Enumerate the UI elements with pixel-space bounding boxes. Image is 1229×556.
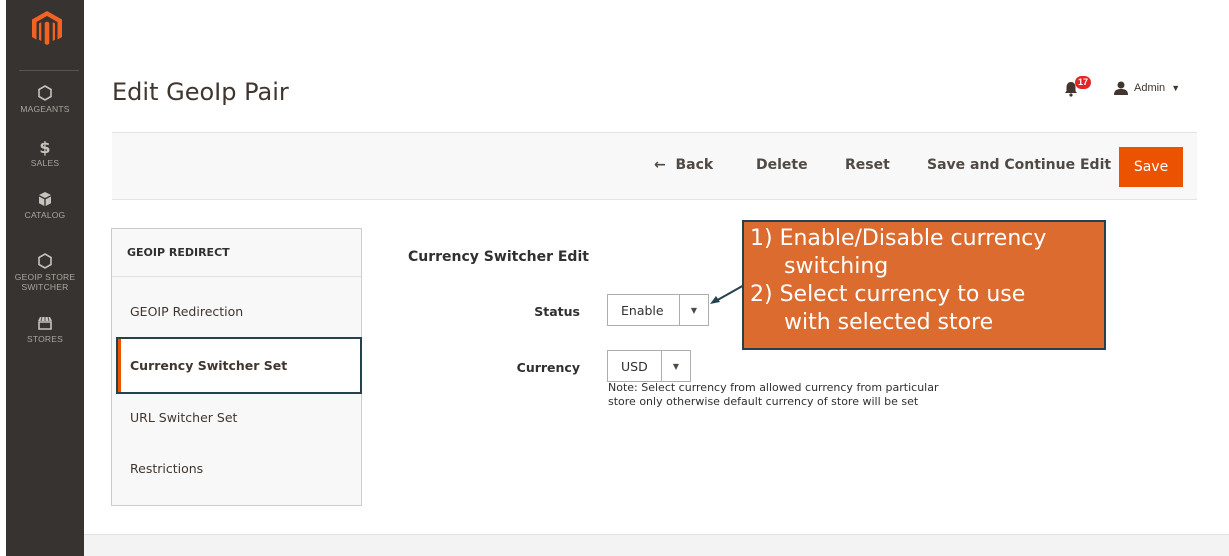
footer-band (84, 534, 1229, 556)
tab-geoip-redirection[interactable]: GEOIP Redirection (112, 287, 361, 335)
notifications-count-badge: 17 (1075, 76, 1092, 89)
chevron-down-icon: ▼ (661, 351, 690, 381)
page-actions-toolbar: ← Back Delete Reset Save and Continue Ed… (112, 132, 1197, 200)
page-title: Edit GeoIp Pair (112, 78, 289, 106)
sidebar-item-label: STORES (27, 334, 63, 344)
tab-currency-switcher-set[interactable]: Currency Switcher Set (116, 337, 362, 394)
user-name: Admin (1134, 82, 1166, 94)
sidebar-item-label: MAGEANTS (20, 104, 70, 114)
save-and-continue-button[interactable]: Save and Continue Edit (927, 157, 1111, 173)
sidebar-item-sales[interactable]: $ SALES (6, 138, 84, 168)
currency-label: Currency (516, 360, 580, 375)
chevron-down-icon: ▼ (1171, 83, 1181, 93)
currency-note-line: Note: Select currency from allowed curre… (608, 381, 939, 394)
callout-line: switching (784, 254, 889, 279)
admin-sidebar: MAGEANTS $ SALES CATALOG GEOIP STORE SWI… (6, 0, 84, 556)
currency-select-value: USD (621, 358, 648, 374)
reset-button[interactable]: Reset (845, 157, 890, 173)
save-button[interactable]: Save (1119, 147, 1183, 187)
tabs-heading: GEOIP REDIRECT (112, 229, 361, 277)
magento-logo[interactable] (30, 10, 64, 46)
sidebar-item-catalog[interactable]: CATALOG (6, 190, 84, 220)
currency-note-line: store only otherwise default currency of… (608, 395, 919, 408)
tab-restrictions[interactable]: Restrictions (112, 444, 361, 492)
status-label: Status (534, 304, 580, 319)
sidebar-item-label: GEOIP STORE SWITCHER (14, 272, 76, 292)
currency-note: Note: Select currency from allowed curre… (608, 381, 988, 409)
callout-line: with selected store (784, 310, 994, 335)
delete-button[interactable]: Delete (756, 157, 808, 173)
hexagon-icon (38, 253, 52, 269)
box-icon (39, 192, 51, 206)
section-title: Currency Switcher Edit (408, 249, 589, 265)
status-select[interactable]: Enable ▼ (607, 294, 709, 326)
back-button-label: Back (675, 157, 714, 173)
tab-url-switcher-set[interactable]: URL Switcher Set (112, 393, 361, 441)
sidebar-separator (19, 70, 79, 71)
sidebar-item-stores[interactable]: STORES (6, 314, 84, 344)
callout-line: 2) Select currency to use (750, 282, 1026, 307)
store-icon (38, 316, 52, 330)
notifications-button[interactable]: 17 (1064, 76, 1092, 98)
sidebar-item-geoip-store-switcher[interactable]: GEOIP STORE SWITCHER (6, 252, 84, 292)
callout-line: 1) Enable/Disable currency (750, 226, 1047, 251)
dollar-icon: $ (39, 138, 50, 156)
user-icon (1114, 81, 1128, 95)
arrow-left-icon: ← (654, 157, 666, 173)
svg-text:$: $ (39, 138, 50, 156)
currency-select[interactable]: USD ▼ (607, 350, 691, 382)
tabs-panel: GEOIP REDIRECT GEOIP Redirection Currenc… (111, 228, 362, 506)
status-select-value: Enable (621, 302, 664, 318)
sidebar-item-mageants[interactable]: MAGEANTS (6, 84, 84, 114)
hexagon-icon (38, 85, 52, 101)
sidebar-item-label: SALES (30, 158, 60, 168)
admin-page: MAGEANTS $ SALES CATALOG GEOIP STORE SWI… (0, 0, 1229, 556)
back-button[interactable]: ← Back (654, 157, 713, 173)
annotation-callout: 1) Enable/Disable currency switching 2) … (742, 220, 1106, 350)
sidebar-item-label: CATALOG (24, 210, 66, 220)
chevron-down-icon: ▼ (679, 295, 708, 325)
header-actions: 17 Admin ▼ (1064, 76, 1180, 98)
user-menu[interactable]: Admin ▼ (1114, 81, 1180, 95)
